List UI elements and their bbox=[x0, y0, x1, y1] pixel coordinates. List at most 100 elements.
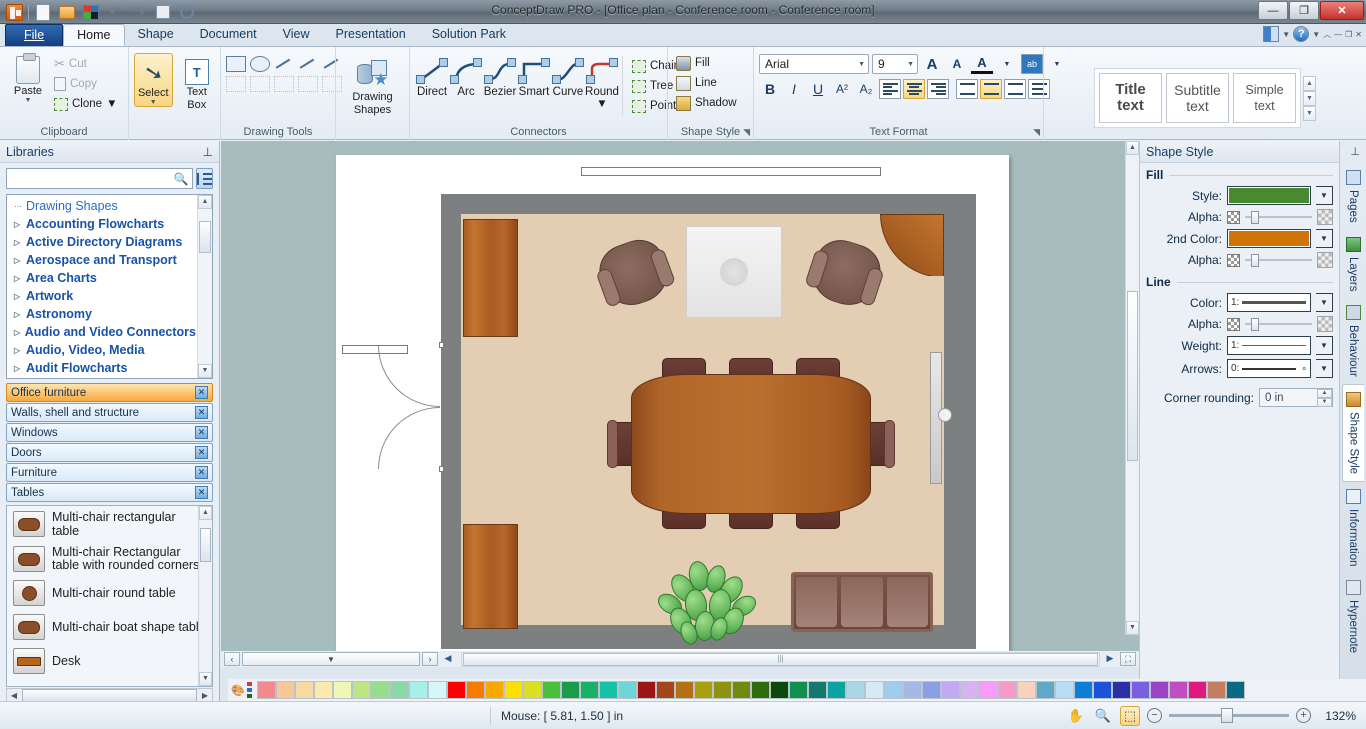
second-alpha-slider[interactable] bbox=[1245, 254, 1312, 267]
tree-item-active-directory-diagrams[interactable]: ▷Active Directory Diagrams bbox=[7, 233, 196, 251]
tree-item-area-charts[interactable]: ▷Area Charts bbox=[7, 269, 196, 287]
hscroll-left-icon[interactable]: ◀ bbox=[7, 691, 21, 700]
library-tab-close-icon-4[interactable]: ✕ bbox=[195, 466, 208, 479]
underline-button[interactable]: U bbox=[807, 79, 829, 99]
library-tab-windows[interactable]: Windows ✕ bbox=[6, 423, 213, 442]
minimize-button[interactable]: — bbox=[1258, 1, 1288, 20]
style-title-text[interactable]: Title text bbox=[1099, 73, 1162, 123]
door-left-upper[interactable] bbox=[378, 345, 440, 407]
shadow-button[interactable]: Shadow bbox=[673, 93, 740, 113]
superscript-button[interactable]: A² bbox=[831, 79, 853, 99]
library-tab-close-icon-0[interactable]: ✕ bbox=[195, 386, 208, 399]
list-item[interactable]: Multi-chair rectangular table bbox=[7, 506, 212, 542]
page-tab-dropdown[interactable]: ▼ bbox=[242, 652, 420, 666]
line-color-combo[interactable]: 1: bbox=[1227, 293, 1311, 312]
text-box-button[interactable]: T Text Box bbox=[179, 53, 216, 111]
pan-hand-icon[interactable]: ✋ bbox=[1066, 706, 1086, 726]
tab-solution-park[interactable]: Solution Park bbox=[419, 24, 519, 46]
fill-alpha-slider[interactable] bbox=[1245, 211, 1312, 224]
subscript-button[interactable]: A₂ bbox=[855, 79, 877, 99]
tab-hypernote[interactable]: Hypernote bbox=[1343, 573, 1364, 660]
bold-button[interactable]: B bbox=[759, 79, 781, 99]
arrows-chevron-down-icon[interactable]: ▼ bbox=[1316, 359, 1333, 378]
canvas-horizontal-scrollbar[interactable]: ||| bbox=[461, 652, 1100, 667]
tab-shape[interactable]: Shape bbox=[125, 24, 187, 46]
ribbon-display-icon[interactable] bbox=[1263, 26, 1279, 42]
tree-scrollbar[interactable]: ▲ ▼ bbox=[197, 195, 212, 378]
document-page[interactable] bbox=[336, 155, 1009, 651]
paste-button[interactable]: Paste ▼ bbox=[5, 52, 51, 104]
chevron-right-icon-3[interactable]: ▷ bbox=[14, 256, 23, 265]
library-tab-furniture[interactable]: Furniture ✕ bbox=[6, 463, 213, 482]
canvas-scroll-thumb[interactable] bbox=[1127, 291, 1138, 461]
hscroll-left-arrow-icon[interactable]: ◀ bbox=[440, 652, 456, 666]
tab-layers[interactable]: Layers bbox=[1343, 230, 1364, 299]
fit-canvas-icon[interactable]: ⛶ bbox=[1120, 652, 1136, 666]
chevron-right-icon-5[interactable]: ▷ bbox=[14, 292, 23, 301]
align-center-button[interactable] bbox=[903, 79, 925, 99]
chevron-right-icon-7[interactable]: ▷ bbox=[14, 328, 22, 337]
tree-item-astronomy[interactable]: ▷Astronomy bbox=[7, 305, 196, 323]
tree-scroll-thumb[interactable] bbox=[199, 221, 211, 253]
fragment-tool-icon[interactable] bbox=[250, 76, 270, 92]
zoom-slider-thumb[interactable] bbox=[1221, 708, 1233, 723]
library-tab-close-icon-3[interactable]: ✕ bbox=[195, 446, 208, 459]
shape-style-dialog-launcher-icon[interactable]: ◥ bbox=[743, 127, 750, 138]
doc-minimize-icon[interactable]: — bbox=[1334, 30, 1342, 39]
align-bottom-button[interactable] bbox=[1004, 79, 1026, 99]
highlight-button[interactable]: ab bbox=[1021, 54, 1043, 74]
connector-arc-button[interactable]: Arc bbox=[449, 56, 483, 98]
zoom-region-icon[interactable]: 🔍 bbox=[1093, 706, 1113, 726]
chevron-down-icon[interactable]: ▼ bbox=[1282, 30, 1290, 39]
tab-document[interactable]: Document bbox=[187, 24, 270, 46]
library-tab-tables[interactable]: Tables ✕ bbox=[6, 483, 213, 502]
corner-rounding-stepper[interactable]: 0 in ▲▼ bbox=[1259, 388, 1333, 407]
conference-table[interactable] bbox=[631, 374, 871, 514]
font-color-chevron-down-icon[interactable]: ▼ bbox=[996, 54, 1018, 74]
canvas-scroll-up-icon[interactable]: ▲ bbox=[1126, 141, 1139, 155]
second-color-combo[interactable] bbox=[1227, 229, 1311, 248]
arc-tool-icon[interactable] bbox=[298, 56, 318, 72]
shape-scroll-up-icon[interactable]: ▲ bbox=[199, 506, 212, 520]
collapse-ribbon-icon[interactable]: ︿ bbox=[1323, 29, 1331, 40]
page-next-icon[interactable]: › bbox=[422, 652, 438, 666]
connector-smart-button[interactable]: Smart bbox=[517, 56, 551, 98]
chevron-right-icon-9[interactable]: ▷ bbox=[14, 364, 23, 373]
select-dropdown-icon[interactable]: ▼ bbox=[150, 99, 157, 106]
wood-cabinet-bottom-left[interactable] bbox=[463, 524, 518, 629]
subtract-tool-icon[interactable] bbox=[298, 76, 318, 92]
rectangle-tool-icon[interactable] bbox=[226, 56, 246, 72]
line-alpha-slider[interactable] bbox=[1245, 318, 1312, 331]
connector-direct-button[interactable]: Direct bbox=[415, 56, 449, 98]
shape-list[interactable]: Multi-chair rectangular table Multi-chai… bbox=[6, 505, 213, 687]
dock-pin-icon[interactable]: ⊥ bbox=[1350, 145, 1360, 158]
library-tab-close-icon-5[interactable]: ✕ bbox=[195, 486, 208, 499]
shape-scroll-down-icon[interactable]: ▼ bbox=[199, 672, 212, 686]
arrows-combo[interactable]: 0: ∘ bbox=[1227, 359, 1311, 378]
corner-cabinet-top-right[interactable] bbox=[880, 214, 944, 276]
fill-style-combo[interactable] bbox=[1227, 186, 1311, 205]
grow-font-button[interactable]: A bbox=[921, 54, 943, 74]
italic-button[interactable]: I bbox=[783, 79, 805, 99]
fit-page-icon[interactable]: ⬚ bbox=[1120, 706, 1140, 726]
doc-restore-icon[interactable]: ❐ bbox=[1345, 30, 1352, 39]
palette-options-icon[interactable] bbox=[247, 682, 254, 698]
tab-information[interactable]: Information bbox=[1343, 482, 1364, 574]
page-prev-icon[interactable]: ‹ bbox=[224, 652, 240, 666]
search-icon[interactable]: 🔍 bbox=[170, 169, 192, 188]
style-simple-text[interactable]: Simple text bbox=[1233, 73, 1296, 123]
styles-scroll-up-icon[interactable]: ▲ bbox=[1303, 76, 1316, 91]
shape-list-scrollbar[interactable]: ▲ ▼ bbox=[198, 506, 212, 686]
font-family-select[interactable]: Arial ▼ bbox=[759, 54, 869, 74]
zoom-slider[interactable] bbox=[1169, 714, 1289, 717]
line-button[interactable]: Line bbox=[673, 73, 720, 93]
maximize-button[interactable]: ❐ bbox=[1289, 1, 1319, 20]
align-left-button[interactable] bbox=[879, 79, 901, 99]
tree-item-audio-video-media[interactable]: ▷Audio, Video, Media bbox=[7, 341, 196, 359]
line-weight-chevron-down-icon[interactable]: ▼ bbox=[1316, 336, 1333, 355]
tree-scroll-down-icon[interactable]: ▼ bbox=[198, 364, 212, 378]
list-item[interactable]: Multi-chair Rectangular table with round… bbox=[7, 542, 212, 576]
library-tab-office-furniture[interactable]: Office furniture ✕ bbox=[6, 383, 213, 402]
conference-room-plan[interactable] bbox=[441, 194, 976, 649]
ellipse-tool-icon[interactable] bbox=[250, 56, 270, 72]
